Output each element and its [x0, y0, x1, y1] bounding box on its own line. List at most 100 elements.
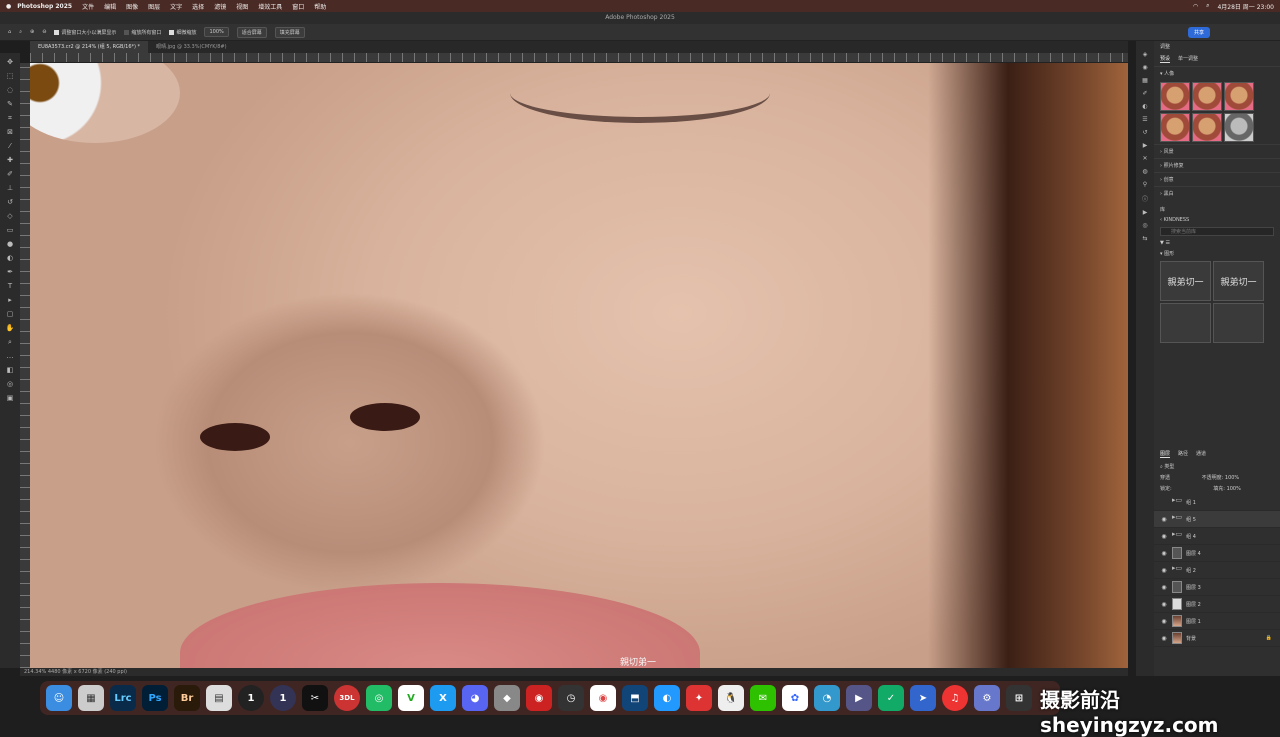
library-graphic[interactable]	[1213, 303, 1264, 343]
sort-icon[interactable]: ☰	[1165, 240, 1169, 246]
zoom-tool-icon[interactable]: ⌕	[19, 29, 22, 35]
gradient-tool-icon[interactable]: ▭	[4, 224, 16, 236]
library-graphic[interactable]: 親弟切一	[1160, 261, 1211, 301]
adjustments-icon[interactable]: ◐	[1142, 103, 1147, 110]
lightroom-icon[interactable]: Lrc	[110, 685, 136, 711]
preset-thumb[interactable]	[1160, 82, 1190, 111]
group-portrait[interactable]: ▾ 人像	[1154, 66, 1280, 80]
plugin-ra-icon[interactable]: ◍	[1142, 168, 1147, 175]
marquee-tool-icon[interactable]: ⬚	[4, 70, 16, 82]
zoom-icon[interactable]: ⌕	[4, 336, 16, 348]
stamp-tool-icon[interactable]: ⊥	[4, 182, 16, 194]
menu-image[interactable]: 图像	[126, 2, 138, 11]
zoom-100-button[interactable]: 100%	[204, 27, 229, 37]
x-icon[interactable]: X	[430, 685, 456, 711]
document-canvas[interactable]: 親切弟一	[30, 63, 1128, 668]
layer-row[interactable]: ◉ 图层 3	[1154, 579, 1280, 596]
menu-file[interactable]: 文件	[82, 2, 94, 11]
search-icon[interactable]: ⌕	[1206, 2, 1209, 10]
library-graphic[interactable]	[1160, 303, 1211, 343]
eyedropper-tool-icon[interactable]: ⁄	[4, 140, 16, 152]
visibility-icon[interactable]: ◉	[1160, 618, 1168, 625]
horizontal-ruler[interactable]	[30, 53, 1128, 63]
app-icon[interactable]: ✓	[878, 685, 904, 711]
app-icon[interactable]: ◎	[366, 685, 392, 711]
menu-edit[interactable]: 编辑	[104, 2, 116, 11]
play-icon[interactable]: ▶	[1143, 209, 1148, 216]
1password-icon[interactable]: 1	[270, 685, 296, 711]
library-search-input[interactable]: 搜索当前库	[1160, 227, 1274, 236]
menu-filter[interactable]: 滤镜	[214, 2, 226, 11]
app-icon[interactable]: ◷	[558, 685, 584, 711]
library-name[interactable]: ‹ KINDNESS	[1154, 215, 1280, 225]
group-photo-repair[interactable]: › 照片修复	[1154, 158, 1280, 172]
fill-screen-button[interactable]: 填充屏幕	[274, 26, 305, 38]
tab-layers[interactable]: 图层	[1160, 450, 1171, 458]
menu-window[interactable]: 窗口	[292, 2, 304, 11]
chrome-icon[interactable]: ◉	[590, 685, 616, 711]
app-name[interactable]: Photoshop 2025	[17, 3, 72, 10]
app-icon[interactable]: ⚙	[974, 685, 1000, 711]
brush-settings-icon[interactable]: ✐	[1142, 90, 1147, 97]
zoom-in-icon[interactable]: ⊕	[30, 29, 34, 35]
group-bw[interactable]: › 黑白	[1154, 186, 1280, 200]
preset-thumb[interactable]	[1192, 113, 1222, 142]
scrubby-zoom-option[interactable]: 细微缩放	[169, 29, 196, 36]
app-icon[interactable]: ◐	[654, 685, 680, 711]
preset-thumb[interactable]	[1224, 82, 1254, 111]
layer-row[interactable]: ◉ ▸▭ 组 2	[1154, 562, 1280, 579]
color-icon[interactable]: ◉	[1142, 64, 1147, 71]
filter-icon[interactable]: ▼	[1160, 240, 1164, 246]
quick-select-tool-icon[interactable]: ✎	[4, 98, 16, 110]
preset-thumb[interactable]	[1160, 113, 1190, 142]
discord-icon[interactable]: ◕	[462, 685, 488, 711]
crop-tool-icon[interactable]: ⌗	[4, 112, 16, 124]
screen-mode-icon[interactable]: ▣	[4, 392, 16, 404]
lasso-tool-icon[interactable]: ◌	[4, 84, 16, 96]
tab-single-adjust[interactable]: 单一调整	[1178, 55, 1198, 63]
3dl-icon[interactable]: 3DL	[334, 685, 360, 711]
app-icon[interactable]: ✦	[686, 685, 712, 711]
1password-icon[interactable]: 1	[238, 685, 264, 711]
qq-icon[interactable]: 🐧	[718, 685, 744, 711]
preset-thumb[interactable]	[1192, 82, 1222, 111]
visibility-icon[interactable]: ◉	[1160, 550, 1168, 557]
visibility-icon[interactable]: ◉	[1160, 533, 1168, 540]
tab-document-1[interactable]: EU8A3573.cr2 @ 214% (组 5, RGB/16*) *	[30, 41, 149, 53]
move-tool-icon[interactable]: ✥	[4, 56, 16, 68]
healing-tool-icon[interactable]: ✚	[4, 154, 16, 166]
vertical-ruler[interactable]	[20, 63, 30, 668]
fit-screen-button[interactable]: 适合屏幕	[236, 26, 267, 38]
resize-windows-option[interactable]: 调整窗口大小以满屏显示	[54, 29, 116, 36]
menu-view[interactable]: 视图	[236, 2, 248, 11]
menu-type[interactable]: 文字	[170, 2, 182, 11]
group-landscape[interactable]: › 风景	[1154, 144, 1280, 158]
preset-thumb[interactable]	[1224, 113, 1254, 142]
menu-plugins[interactable]: 增效工具	[258, 2, 282, 11]
layer-row[interactable]: ◉ 背景 🔒	[1154, 630, 1280, 647]
opacity-field[interactable]: 100%	[1225, 475, 1239, 481]
layer-row[interactable]: ▸▭ 组 1	[1154, 494, 1280, 511]
swatches-icon[interactable]: ▦	[1142, 77, 1148, 84]
layer-row[interactable]: ◉ ▸▭ 组 5	[1154, 511, 1280, 528]
quick-mask-icon[interactable]: ◎	[4, 378, 16, 390]
app-icon[interactable]: ⊞	[1006, 685, 1032, 711]
tab-channels[interactable]: 通道	[1196, 450, 1206, 458]
eraser-tool-icon[interactable]: ◇	[4, 210, 16, 222]
library-graphic[interactable]: 親弟切一	[1213, 261, 1264, 301]
menu-select[interactable]: 选择	[192, 2, 204, 11]
actions-icon[interactable]: ▶	[1143, 142, 1148, 149]
bridge-icon[interactable]: Br	[174, 685, 200, 711]
share-button[interactable]: 共享	[1187, 26, 1210, 38]
more-tools-icon[interactable]: …	[4, 350, 16, 362]
wifi-icon[interactable]: ◠	[1193, 3, 1198, 10]
home-icon[interactable]: ⌂	[8, 29, 11, 35]
app-icon[interactable]: ✿	[782, 685, 808, 711]
app-icon[interactable]: ◔	[814, 685, 840, 711]
arrange-icon[interactable]: ⇆	[1142, 235, 1147, 242]
brush-tool-icon[interactable]: ✐	[4, 168, 16, 180]
capcut-icon[interactable]: ✂	[302, 685, 328, 711]
hand-tool-icon[interactable]: ✋	[4, 322, 16, 334]
apple-icon[interactable]: ●	[6, 3, 11, 10]
layer-row[interactable]: ◉ 图层 2	[1154, 596, 1280, 613]
